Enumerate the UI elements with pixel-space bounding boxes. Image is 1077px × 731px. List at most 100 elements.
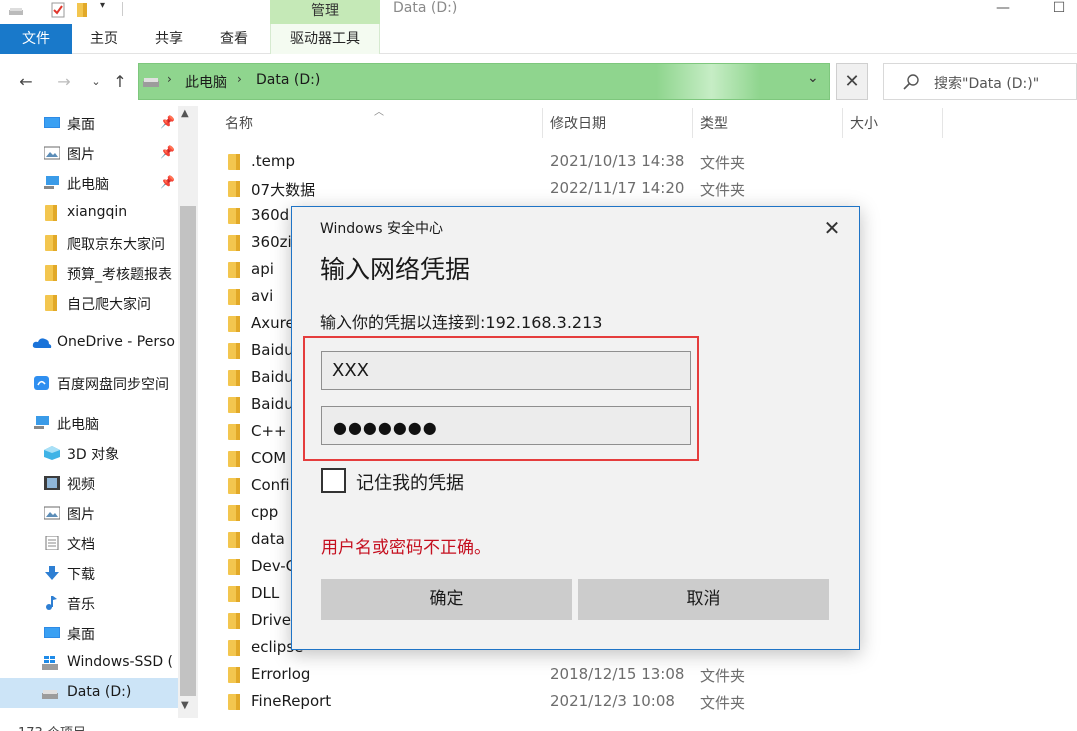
tab-drive-tools[interactable]: 驱动器工具 [270,24,380,54]
nav-item-pictures[interactable]: 图片 📌 [0,138,178,168]
minimize-button[interactable]: — [988,0,1018,20]
drive-icon [143,78,159,87]
search-box[interactable]: 搜索"Data (D:)" [883,63,1077,100]
nav-item-desktop[interactable]: 桌面 📌 [0,108,178,138]
nav-item-this-pc[interactable]: 此电脑 [0,408,178,438]
nav-item-budget-report[interactable]: 预算_考核题报表 [0,258,178,288]
folder-icon [228,451,240,467]
chevron-down-icon[interactable]: ⌄ [807,70,819,86]
nav-item-downloads[interactable]: 下载 [0,558,178,588]
cancel-button[interactable]: 取消 [578,579,829,620]
scroll-up-icon[interactable]: ▲ [181,108,189,119]
file-name: cpp [251,503,279,521]
column-divider[interactable] [942,108,943,138]
folder-icon [228,640,240,656]
column-divider[interactable] [842,108,843,138]
folder-icon [228,262,240,278]
navigation-pane: 桌面 📌 图片 📌 此电脑 📌 xiangqin 爬取京东大家问 预算_考核题报… [0,106,198,718]
back-arrow-icon[interactable]: ← [14,70,38,94]
file-type: 文件夹 [700,694,746,712]
password-field[interactable]: ●●●●●●● [321,406,691,445]
scroll-down-icon[interactable]: ▼ [181,700,189,711]
column-divider[interactable] [542,108,543,138]
nav-scrollbar-thumb[interactable] [180,206,196,696]
nav-item-desktop-2[interactable]: 桌面 [0,618,178,648]
file-type: 文件夹 [700,667,746,685]
file-row[interactable]: 07大数据 2022/11/17 14:20 文件夹 [218,175,948,202]
nav-item-pictures-2[interactable]: 图片 [0,498,178,528]
pin-icon[interactable]: 📌 [160,145,175,159]
file-date: 2021/10/13 14:38 [550,152,685,170]
forward-arrow-icon[interactable]: → [52,70,76,94]
tab-share[interactable]: 共享 [141,24,197,54]
pictures-icon [44,506,60,520]
folder-icon [45,265,57,281]
remember-label[interactable]: 记住我的凭据 [356,469,464,495]
tab-file[interactable]: 文件 [0,24,72,54]
onedrive-icon [32,338,52,348]
customize-toolbar-icon[interactable]: ▾ [100,0,116,16]
desktop-icon [44,627,60,638]
up-arrow-icon[interactable]: ↑ [108,70,132,94]
column-header-size[interactable]: 大小 [850,113,878,137]
maximize-button[interactable]: ☐ [1044,0,1074,20]
nav-item-music[interactable]: 音乐 [0,588,178,618]
search-icon [903,74,919,90]
address-bar[interactable]: › 此电脑 › Data (D:) ⌄ [138,63,830,100]
drive-icon[interactable] [8,2,24,18]
nav-item-baidu-netdisk[interactable]: 百度网盘同步空间 [0,368,178,398]
properties-icon[interactable] [50,2,66,18]
nav-item-data-drive[interactable]: Data (D:) [0,678,178,708]
nav-item-this-pc-pinned[interactable]: 此电脑 📌 [0,168,178,198]
clear-address-button[interactable]: ✕ [836,63,868,100]
download-icon [45,566,59,580]
pin-icon[interactable]: 📌 [160,115,175,129]
nav-item-jd-questions[interactable]: 爬取京东大家问 [0,228,178,258]
file-row[interactable]: FineReport 2021/12/3 10:08 文件夹 [218,688,948,715]
breadcrumb-data-drive[interactable]: Data (D:) [256,72,320,88]
file-name: 360zi [251,233,292,251]
nav-scrollbar[interactable]: ▲ ▼ [178,106,198,718]
chevron-right-icon[interactable]: › [167,72,172,86]
nav-item-onedrive[interactable]: OneDrive - Perso [0,328,178,358]
nav-item-3d-objects[interactable]: 3D 对象 [0,438,178,468]
video-icon [44,476,60,490]
file-name: Drive [251,611,291,629]
column-divider[interactable] [692,108,693,138]
dialog-title: 输入网络凭据 [320,255,471,284]
new-folder-icon[interactable] [74,2,90,18]
remember-checkbox[interactable] [321,468,346,493]
dialog-app-name: Windows 安全中心 [320,221,443,237]
username-field[interactable] [321,351,691,390]
sort-ascending-icon: ︿ [374,107,384,118]
folder-icon [45,295,57,311]
folder-icon [45,205,57,221]
search-placeholder: 搜索"Data (D:)" [934,76,1040,92]
ok-button[interactable]: 确定 [321,579,572,620]
column-header-type[interactable]: 类型 [700,113,728,137]
password-mask: ●●●●●●● [333,418,438,437]
column-header-date[interactable]: 修改日期 [550,113,606,137]
file-row[interactable]: .temp 2021/10/13 14:38 文件夹 [218,148,948,175]
tab-home[interactable]: 主页 [76,24,132,54]
context-tab-manage[interactable]: 管理 [270,0,380,24]
file-name: 360d [251,206,290,224]
nav-item-videos[interactable]: 视频 [0,468,178,498]
breadcrumb-this-pc[interactable]: 此电脑 [185,72,227,92]
file-row[interactable]: Errorlog 2018/12/15 13:08 文件夹 [218,661,948,688]
computer-icon [34,416,49,429]
tab-view[interactable]: 查看 [206,24,262,54]
folder-icon [228,208,240,224]
recent-locations-icon[interactable]: ⌄ [84,70,108,94]
nav-item-own-crawl[interactable]: 自己爬大家问 [0,288,178,318]
folder-icon [228,667,240,683]
chevron-right-icon[interactable]: › [237,72,242,86]
nav-item-label: 百度网盘同步空间 [57,377,169,393]
username-input[interactable] [322,352,690,389]
nav-item-documents[interactable]: 文档 [0,528,178,558]
nav-item-xiangqin[interactable]: xiangqin [0,198,178,228]
close-icon[interactable]: ✕ [820,217,844,241]
nav-item-windows-ssd[interactable]: Windows-SSD ( [0,648,178,678]
column-header-name[interactable]: 名称 [225,113,253,137]
pin-icon[interactable]: 📌 [160,175,175,189]
